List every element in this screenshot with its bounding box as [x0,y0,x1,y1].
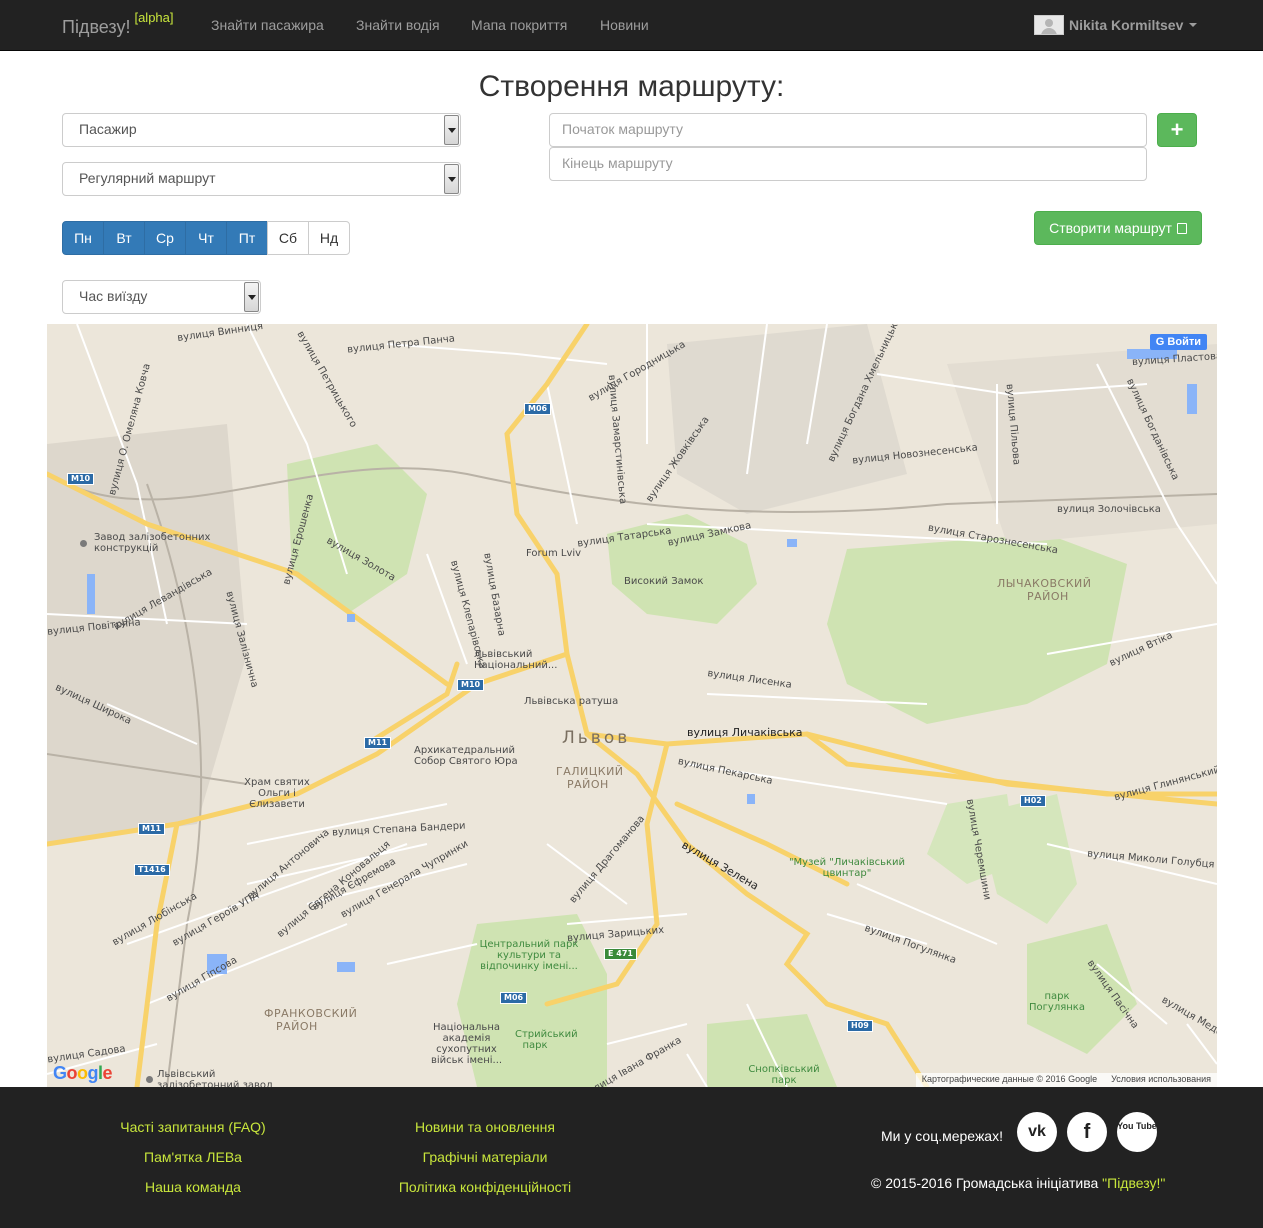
user-name: Nikita Kormiltsev [1069,17,1184,33]
role-select[interactable]: Пасажир [62,113,461,147]
map-label: вулиця Личаківська [687,726,803,739]
footer-link-graphics[interactable]: Графічні матеріали [370,1149,600,1165]
nav-find-passenger[interactable]: Знайти пасажира [211,17,324,33]
district-label: ФРАНКОВСКИЙ [264,1007,358,1020]
nav-find-driver[interactable]: Знайти водія [356,17,440,33]
google-login-button[interactable]: G Войти [1149,334,1207,350]
copyright-link[interactable]: "Підвезу!" [1102,1175,1165,1191]
footer-link-news[interactable]: Новини та оновлення [370,1119,600,1135]
poi-marker [80,540,87,547]
google-g-icon: G [1155,336,1168,348]
chevron-down-icon [1189,23,1198,27]
city-label: Львов [562,728,631,748]
vk-icon[interactable]: vk [1017,1112,1057,1152]
district-label: РАЙОН [1027,590,1069,603]
poi-label: Храм святих Ольги і Єлизавети [244,777,310,810]
road-shield: T1416 [134,864,170,876]
dropdown-arrow-icon [444,115,459,145]
facebook-icon[interactable]: f [1067,1112,1107,1152]
road-shield: M11 [364,737,392,749]
save-icon [1176,223,1187,234]
district-label: ГАЛИЦКИЙ [556,765,624,778]
footer: Часті запитання (FAQ) Пам'ятка ЛЕВа Наша… [0,1087,1263,1228]
poi-label: Центральний парк культури та відпочинку … [479,939,579,972]
footer-link-privacy[interactable]: Політика конфіденційності [370,1179,600,1195]
social-label: Ми у соц.мережах! [881,1128,1003,1144]
map-label: вулиця Золочівська [1057,504,1161,515]
road-shield: M06 [500,992,528,1004]
road-shield: H02 [1020,795,1046,807]
poi-label: Національна академія сухопутних військ і… [430,1022,503,1066]
poi-label: Високий Замок [624,576,704,587]
road-shield: M11 [138,823,166,835]
top-navbar: Підвезу! [alpha] Знайти пасажира Знайти в… [0,0,1263,51]
route-end-input[interactable]: Кінець маршруту [549,147,1147,181]
nav-coverage-map[interactable]: Мапа покриття [471,17,567,33]
district-label: РАЙОН [276,1020,318,1033]
day-sun-button[interactable]: Нд [308,221,350,255]
dropdown-arrow-icon [444,164,459,194]
district-label: ЛЫЧАКОВСКИЙ [997,577,1092,590]
departure-time-select[interactable]: Час виїзду [62,280,261,314]
poi-label: Forum Lviv [526,548,582,559]
poi-label: Снопківський парк [748,1064,820,1086]
copyright: © 2015-2016 Громадська ініціатива "Підве… [871,1175,1166,1191]
day-mon-button[interactable]: Пн [62,221,104,255]
footer-link-memo[interactable]: Пам'ятка ЛЕВа [93,1149,293,1165]
poi-label: Львівський Національний... [474,649,558,671]
poi-label: Архикатедральний Собор Святого Юра [414,745,518,767]
poi-label: "Музей "Личаківський цвинтар" [788,857,906,879]
day-sat-button[interactable]: Сб [267,221,309,255]
poi-label: парк Погулянка [1029,991,1085,1013]
nav-news[interactable]: Новини [600,17,649,33]
brand-link[interactable]: Підвезу! [alpha] [62,10,174,38]
google-logo: Google [53,1063,113,1083]
add-waypoint-button[interactable]: + [1157,113,1197,147]
poi-label: Львівський залізобетонний завод [157,1069,273,1087]
avatar [1034,15,1064,35]
weekday-selector: Пн Вт Ср Чт Пт Сб Нд [62,221,350,255]
road-shield: H09 [847,1020,873,1032]
poi-label: Стрийський парк [515,1029,578,1051]
day-wed-button[interactable]: Ср [144,221,186,255]
road-shield: M06 [524,403,552,415]
day-thu-button[interactable]: Чт [185,221,227,255]
day-tue-button[interactable]: Вт [103,221,145,255]
map-attribution: Картографические данные © 2016 Google Ус… [915,1073,1217,1087]
page-title: Створення маршруту: [478,70,785,103]
district-label: РАЙОН [567,778,609,791]
poi-label: Завод залізобетонних конструкцій [94,532,211,554]
user-menu[interactable]: Nikita Kormiltsev [1034,15,1198,35]
map-data-credit: Картографические данные © 2016 Google [921,1074,1098,1084]
route-type-select[interactable]: Регулярний маршрут [62,162,461,196]
alpha-tag: [alpha] [134,10,174,25]
road-shield: E 471 [604,948,637,960]
poi-marker [146,1076,153,1083]
youtube-icon[interactable]: You Tube [1117,1112,1157,1152]
footer-link-faq[interactable]: Часті запитання (FAQ) [93,1119,293,1135]
road-shield: M10 [457,679,485,691]
route-map[interactable]: вулиця Винниця вулиця Петра Панча вулиця… [47,324,1217,1087]
poi-label: Львівська ратуша [524,696,619,707]
terms-link[interactable]: Условия использования [1111,1074,1211,1086]
road-shield: M10 [67,473,95,485]
day-fri-button[interactable]: Пт [226,221,268,255]
create-route-button[interactable]: Створити маршрут [1034,211,1202,245]
footer-link-team[interactable]: Наша команда [93,1179,293,1195]
dropdown-arrow-icon [244,282,259,312]
route-start-input[interactable]: Початок маршруту [549,113,1147,147]
